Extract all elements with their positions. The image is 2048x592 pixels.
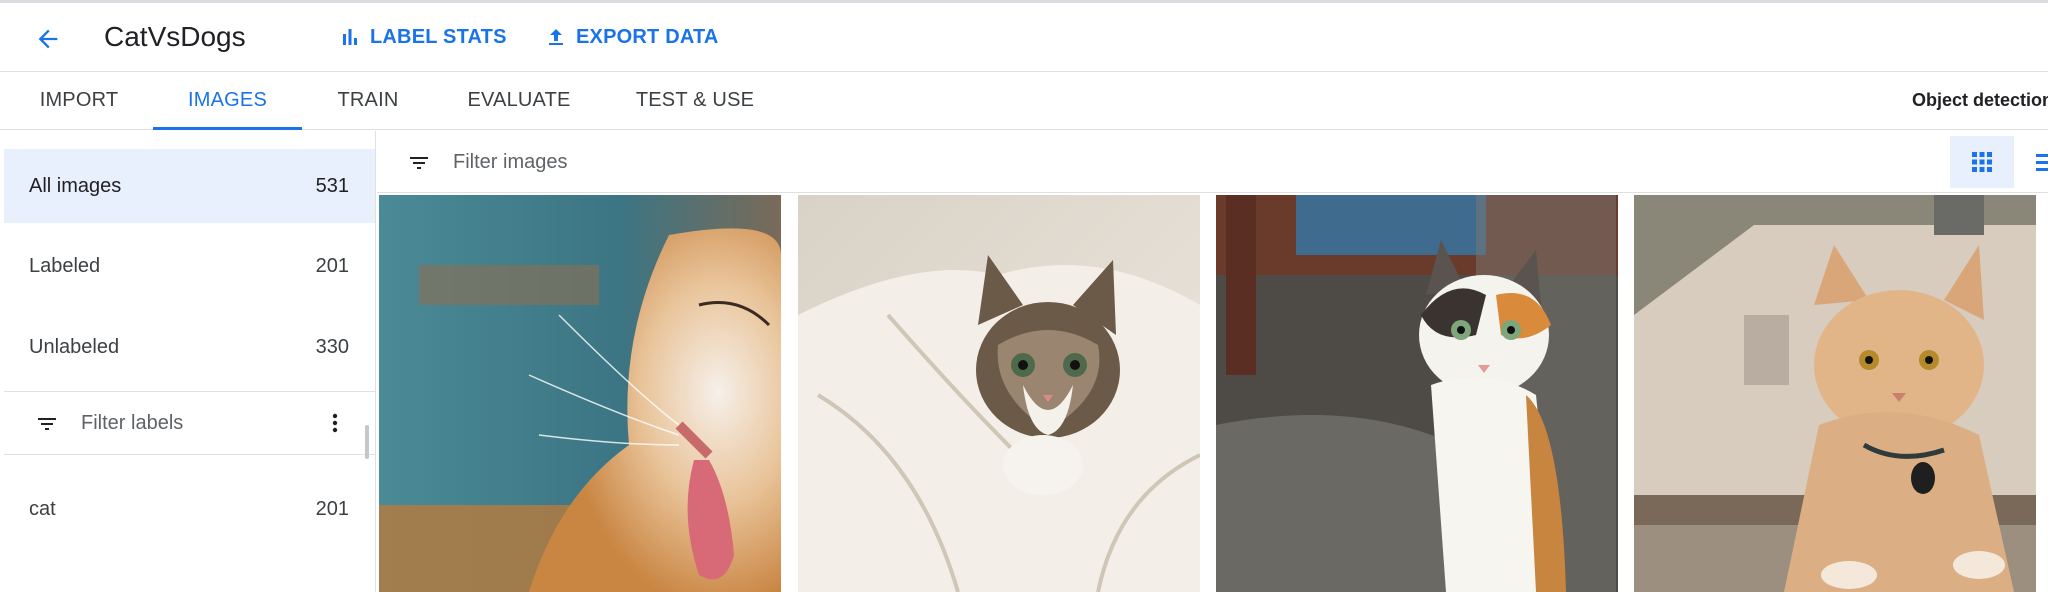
- export-data-button[interactable]: EXPORT DATA: [544, 21, 719, 53]
- export-data-label: EXPORT DATA: [576, 25, 719, 48]
- image-thumbnail[interactable]: [1216, 195, 1618, 592]
- more-vert-icon: [332, 413, 338, 433]
- sidebar-item-unlabeled[interactable]: Unlabeled 330: [4, 310, 375, 384]
- label-name: cat: [29, 497, 56, 520]
- sidebar-item-label: Labeled: [29, 254, 101, 277]
- sidebar-scrollbar[interactable]: [365, 425, 369, 459]
- sidebar-item-count: 531: [315, 174, 349, 197]
- tab-images[interactable]: IMAGES: [153, 72, 302, 130]
- app-header: CatVsDogs LABEL STATS EXPORT DATA: [0, 0, 2048, 72]
- sidebar-item-count: 330: [315, 335, 349, 358]
- label-stats-label: LABEL STATS: [370, 25, 507, 48]
- model-type-label: Object detection: [1912, 90, 2048, 110]
- filter-list-icon: [410, 157, 428, 169]
- grid-view-icon: [1972, 152, 1992, 172]
- sidebar-item-labeled[interactable]: Labeled 201: [4, 229, 375, 303]
- label-sidebar: All images 531 Labeled 201 Unlabeled 330…: [4, 131, 376, 592]
- sidebar-item-count: 201: [315, 254, 349, 277]
- tab-bar: IMPORT IMAGES TRAIN EVALUATE TEST & USE …: [0, 72, 2048, 130]
- arrow-back-icon: [38, 29, 58, 49]
- image-thumbnail[interactable]: [1634, 195, 2036, 592]
- cat-photo-image: [798, 195, 1200, 592]
- filter-images-input[interactable]: [453, 145, 953, 179]
- image-thumbnail[interactable]: [379, 195, 781, 592]
- cat-photo-image: [1216, 195, 1618, 592]
- bar-chart-icon: [343, 29, 357, 45]
- sidebar-divider: [4, 454, 375, 455]
- image-filter-bar: [377, 131, 2048, 193]
- tab-test-and-use[interactable]: TEST & USE: [630, 72, 760, 130]
- image-thumbnail[interactable]: [798, 195, 1200, 592]
- sidebar-item-label-cat[interactable]: cat 201: [4, 472, 375, 546]
- sidebar-item-label: All images: [29, 174, 122, 197]
- tab-evaluate[interactable]: EVALUATE: [455, 72, 583, 130]
- upload-icon: [549, 29, 563, 45]
- cat-photo-image: [379, 195, 781, 592]
- label-stats-button[interactable]: LABEL STATS: [338, 21, 507, 53]
- back-button[interactable]: [28, 19, 68, 59]
- sidebar-item-label: Unlabeled: [29, 335, 120, 358]
- sidebar-item-all-images[interactable]: All images 531: [4, 149, 375, 223]
- filter-labels-input[interactable]: [81, 406, 311, 440]
- list-view-button[interactable]: [2030, 136, 2048, 188]
- grid-view-button[interactable]: [1950, 136, 2014, 188]
- label-count: 201: [315, 497, 349, 520]
- list-view-icon: [2036, 154, 2048, 171]
- more-options-button[interactable]: [320, 408, 350, 438]
- filter-labels-bar: [4, 392, 375, 454]
- dataset-title: CatVsDogs: [104, 21, 246, 52]
- filter-list-icon: [38, 418, 56, 430]
- tab-train[interactable]: TRAIN: [322, 72, 414, 130]
- tab-import[interactable]: IMPORT: [22, 72, 136, 130]
- cat-photo-image: [1634, 195, 2036, 592]
